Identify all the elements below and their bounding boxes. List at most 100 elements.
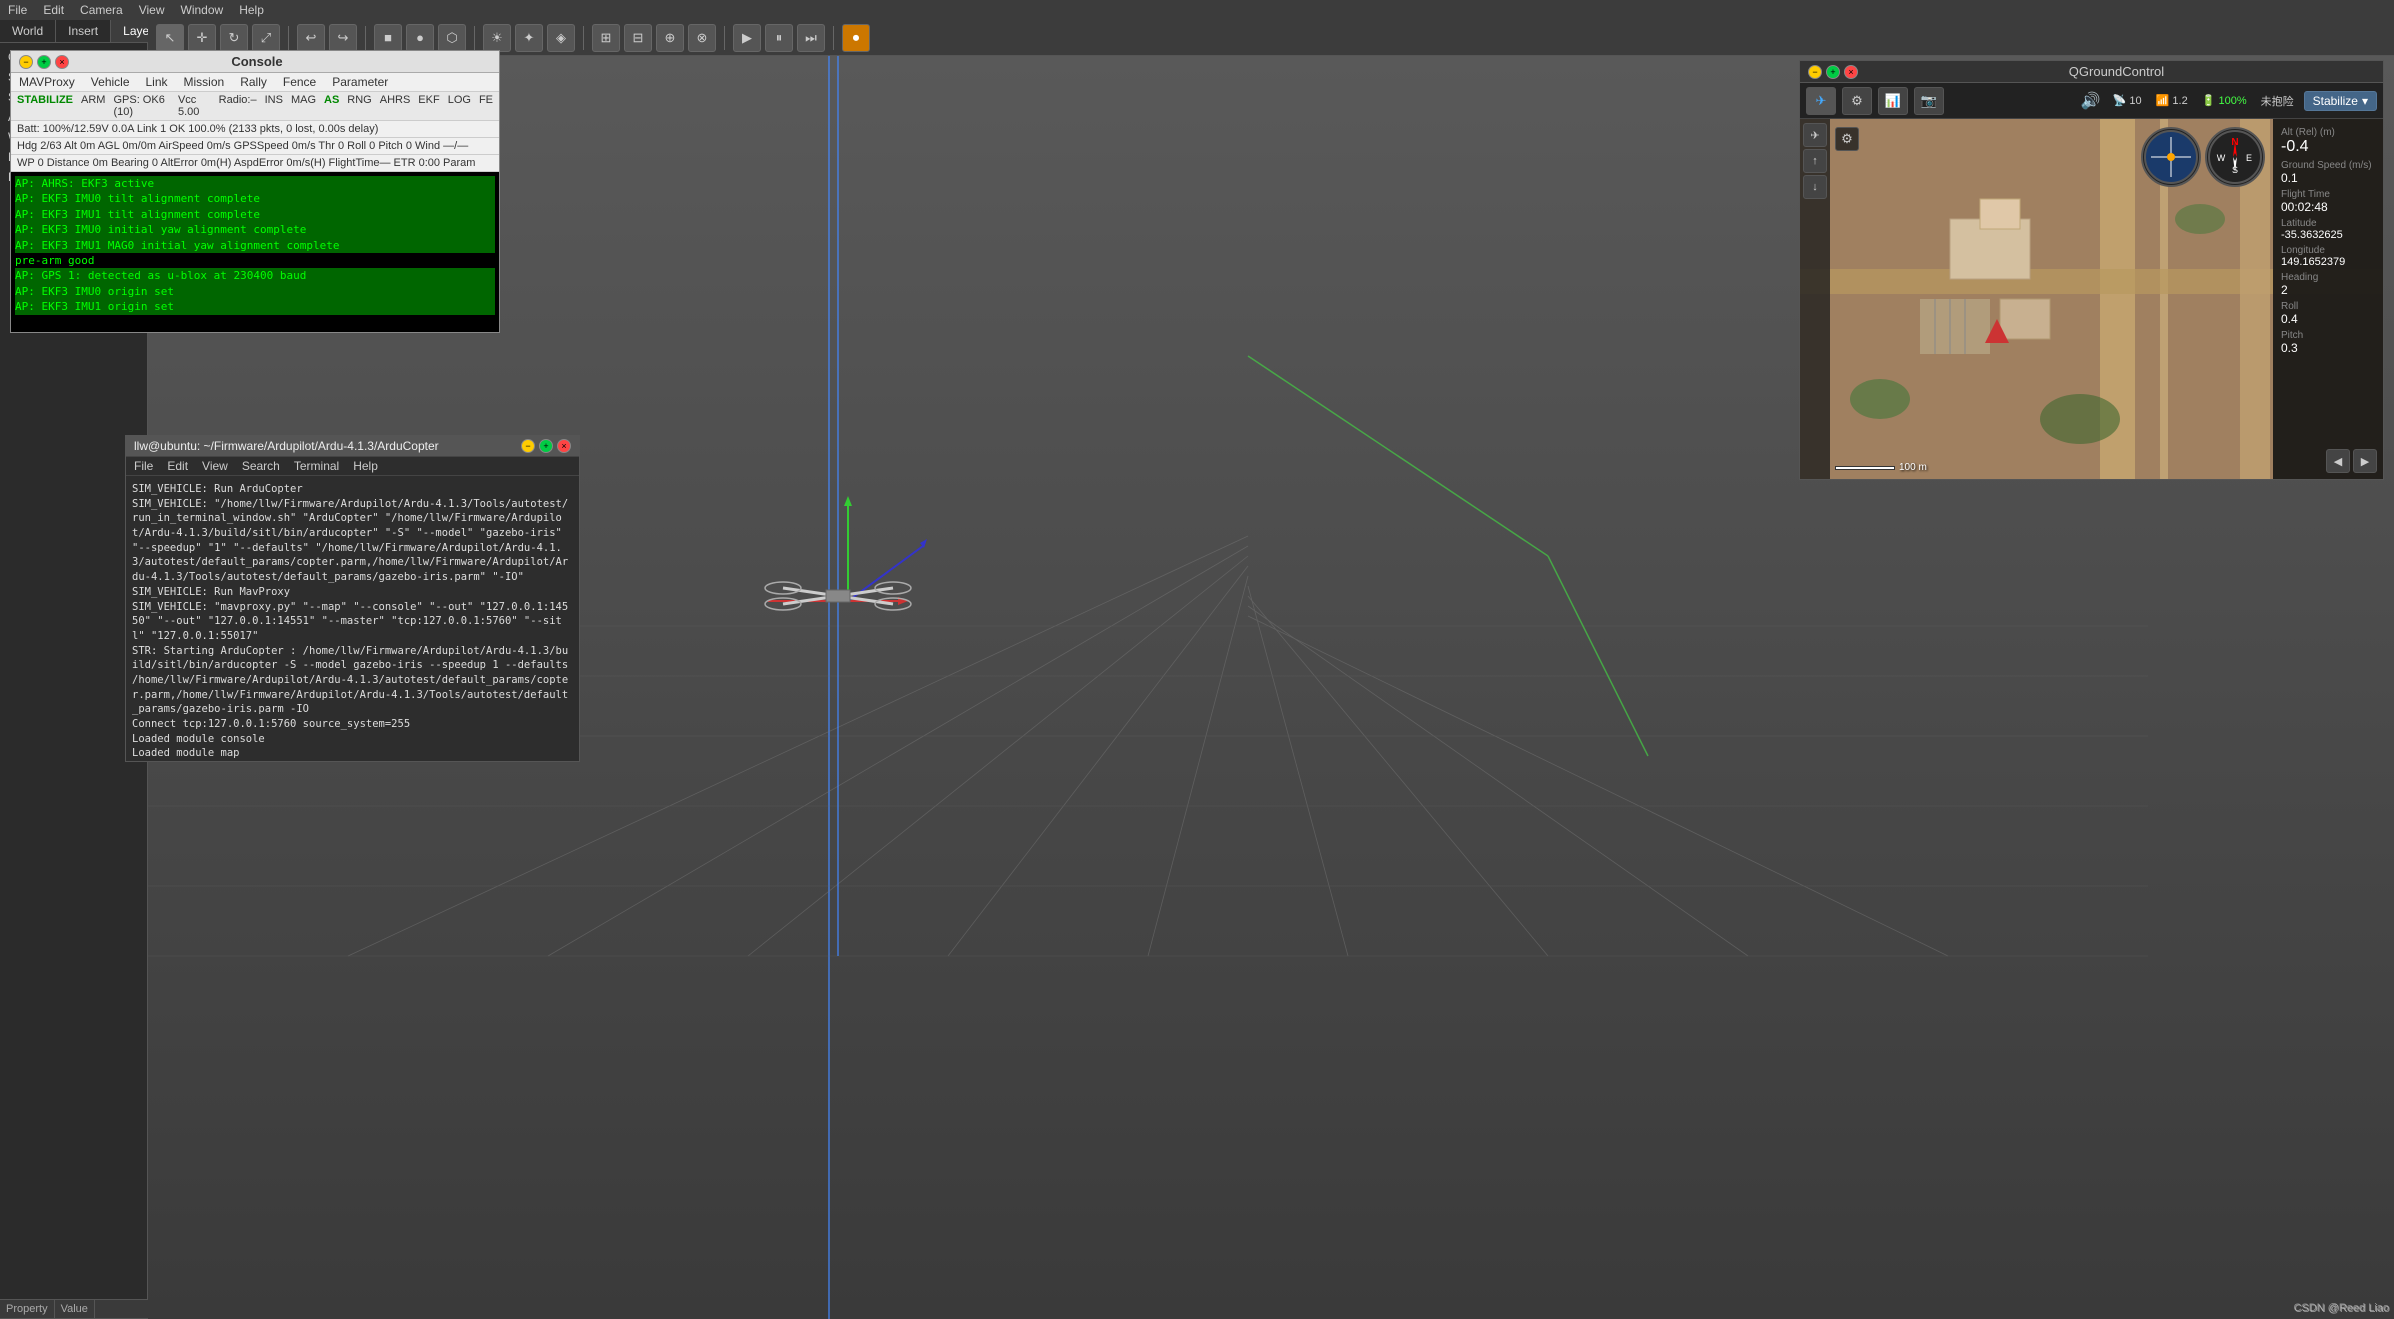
qgc-window-controls: − + × (1808, 65, 1858, 79)
qgc-window: − + × QGroundControl ✈ ⚙ 📊 📷 🔊 📡 10 📶 1.… (1799, 60, 2384, 480)
term-line: SIM_VEHICLE: Run ArduCopter (132, 482, 573, 497)
pitch-row: Pitch 0.3 (2281, 330, 2375, 355)
menu-file[interactable]: File (8, 3, 27, 17)
qgc-maximize-btn[interactable]: + (1826, 65, 1840, 79)
console-batt-info: Batt: 100%/12.59V 0.0A Link 1 OK 100.0% … (11, 121, 499, 138)
collision-btn[interactable]: ⊟ (624, 24, 652, 52)
close-btn[interactable]: × (55, 55, 69, 69)
terminal-menu-edit[interactable]: Edit (167, 459, 188, 473)
play-btn[interactable]: ▶ (733, 24, 761, 52)
console-titlebar: − + × Console (11, 51, 499, 73)
up-btn[interactable]: ↑ (1803, 149, 1827, 173)
ins-status: INS (265, 94, 283, 118)
log-status: LOG (448, 94, 471, 118)
terminal-menu-view[interactable]: View (202, 459, 228, 473)
page-watermark: CSDN @Reed Liao (2294, 1303, 2390, 1315)
rotate-tool-btn[interactable]: ↻ (220, 24, 248, 52)
cylinder-btn[interactable]: ⬡ (438, 24, 466, 52)
sep3 (474, 26, 475, 50)
qgc-close-btn[interactable]: × (1844, 65, 1858, 79)
terminal-menu-terminal[interactable]: Terminal (294, 459, 339, 473)
terminal-output[interactable]: SIM_VEHICLE: Run ArduCopter SIM_VEHICLE:… (126, 476, 579, 761)
inertia-btn[interactable]: ⊗ (688, 24, 716, 52)
scale-tool-btn[interactable]: ⤢ (252, 24, 280, 52)
term-line: Connect tcp:127.0.0.1:5760 source_system… (132, 717, 573, 732)
flight-time-label: Flight Time (2281, 189, 2375, 200)
terminal-menu-help[interactable]: Help (353, 459, 378, 473)
maximize-btn[interactable]: + (37, 55, 51, 69)
point-light-btn[interactable]: ☀ (483, 24, 511, 52)
console-menu-vehicle[interactable]: Vehicle (91, 75, 130, 89)
stabilize-status: STABILIZE (17, 94, 73, 118)
as-status: AS (324, 94, 339, 118)
redo-btn[interactable]: ↪ (329, 24, 357, 52)
signal-a: 📡 10 (2113, 94, 2142, 107)
menu-view[interactable]: View (139, 3, 165, 17)
box-btn[interactable]: ■ (374, 24, 402, 52)
cursor-tool-btn[interactable]: ↖ (156, 24, 184, 52)
zoom-out-btn[interactable]: ▶ (2353, 449, 2377, 473)
console-menu: MAVProxy Vehicle Link Mission Rally Fenc… (11, 73, 499, 92)
pause-btn[interactable]: ⏸ (765, 24, 793, 52)
console-window: − + × Console MAVProxy Vehicle Link Miss… (10, 50, 500, 333)
record-btn[interactable]: ⏺ (842, 24, 870, 52)
telemetry-indicator: 未抱险 (2261, 93, 2294, 109)
console-menu-rally[interactable]: Rally (240, 75, 267, 89)
terminal-maximize-btn[interactable]: + (539, 439, 553, 453)
tab-insert[interactable]: Insert (56, 20, 111, 42)
map-settings-btn[interactable]: ⚙ (1835, 127, 1859, 151)
terminal-menu-file[interactable]: File (134, 459, 153, 473)
scale-label: 100 m (1899, 462, 1927, 473)
menu-edit[interactable]: Edit (43, 3, 64, 17)
property-header: Property Value (0, 1300, 148, 1319)
battery-indicator: 🔋 100% (2202, 94, 2247, 107)
terminal-close-btn[interactable]: × (557, 439, 571, 453)
fly-btn[interactable]: ✈ (1806, 87, 1836, 115)
roll-row: Roll 0.4 (2281, 301, 2375, 326)
down-btn[interactable]: ↓ (1803, 175, 1827, 199)
console-output[interactable]: AP: AHRS: EKF3 active AP: EKF3 IMU0 tilt… (11, 172, 499, 332)
analyze-btn[interactable]: 📊 (1878, 87, 1908, 115)
console-menu-fence[interactable]: Fence (283, 75, 316, 89)
terminal-minimize-btn[interactable]: − (521, 439, 535, 453)
fly-left-btn[interactable]: ✈ (1803, 123, 1827, 147)
joints-btn[interactable]: ⊕ (656, 24, 684, 52)
wireframe-btn[interactable]: ⊞ (592, 24, 620, 52)
ekf-status: EKF (418, 94, 439, 118)
menu-window[interactable]: Window (181, 3, 224, 17)
console-menu-mission[interactable]: Mission (184, 75, 225, 89)
console-menu-mavproxy[interactable]: MAVProxy (19, 75, 75, 89)
console-line: AP: GPS 1: detected as u-blox at 230400 … (15, 268, 495, 283)
photo-btn[interactable]: 📷 (1914, 87, 1944, 115)
qgc-toolbar: ✈ ⚙ 📊 📷 🔊 📡 10 📶 1.2 🔋 100% 未抱险 Stabiliz… (1800, 83, 2383, 119)
console-nav-bar: Hdg 2/63 Alt 0m AGL 0m/0m AirSpeed 0m/s … (11, 138, 499, 155)
radio-status: Radio:– (219, 94, 257, 118)
spot-light-btn[interactable]: ◈ (547, 24, 575, 52)
console-menu-parameter[interactable]: Parameter (332, 75, 388, 89)
speaker-icon[interactable]: 🔊 (2079, 91, 2103, 111)
console-menu-link[interactable]: Link (146, 75, 168, 89)
zoom-in-btn[interactable]: ◀ (2326, 449, 2350, 473)
ground-speed-row: Ground Speed (m/s) 0.1 (2281, 160, 2375, 185)
qgc-minimize-btn[interactable]: − (1808, 65, 1822, 79)
sep6 (833, 26, 834, 50)
terminal-menu: File Edit View Search Terminal Help (126, 457, 579, 476)
qgc-left-panel: ✈ ↑ ↓ (1800, 119, 1830, 479)
translate-tool-btn[interactable]: ✛ (188, 24, 216, 52)
undo-btn[interactable]: ↩ (297, 24, 325, 52)
mode-btn[interactable]: Stabilize ▾ (2304, 91, 2377, 111)
latitude-value: -35.3632625 (2281, 229, 2375, 241)
tab-world[interactable]: World (0, 20, 56, 42)
directional-light-btn[interactable]: ✦ (515, 24, 543, 52)
minimize-btn[interactable]: − (19, 55, 33, 69)
term-line: SIM_VEHICLE: "/home/llw/Firmware/Ardupil… (132, 497, 573, 585)
plan-btn[interactable]: ⚙ (1842, 87, 1872, 115)
map-nav-buttons: ◀ ▶ (2326, 449, 2377, 473)
sphere-btn[interactable]: ● (406, 24, 434, 52)
menu-camera[interactable]: Camera (80, 3, 123, 17)
menu-help[interactable]: Help (239, 3, 264, 17)
qgc-map[interactable]: ✈ ↑ ↓ N S W E (1800, 119, 2383, 479)
attitude-indicator (2141, 127, 2201, 187)
step-btn[interactable]: ⏭ (797, 24, 825, 52)
terminal-menu-search[interactable]: Search (242, 459, 280, 473)
